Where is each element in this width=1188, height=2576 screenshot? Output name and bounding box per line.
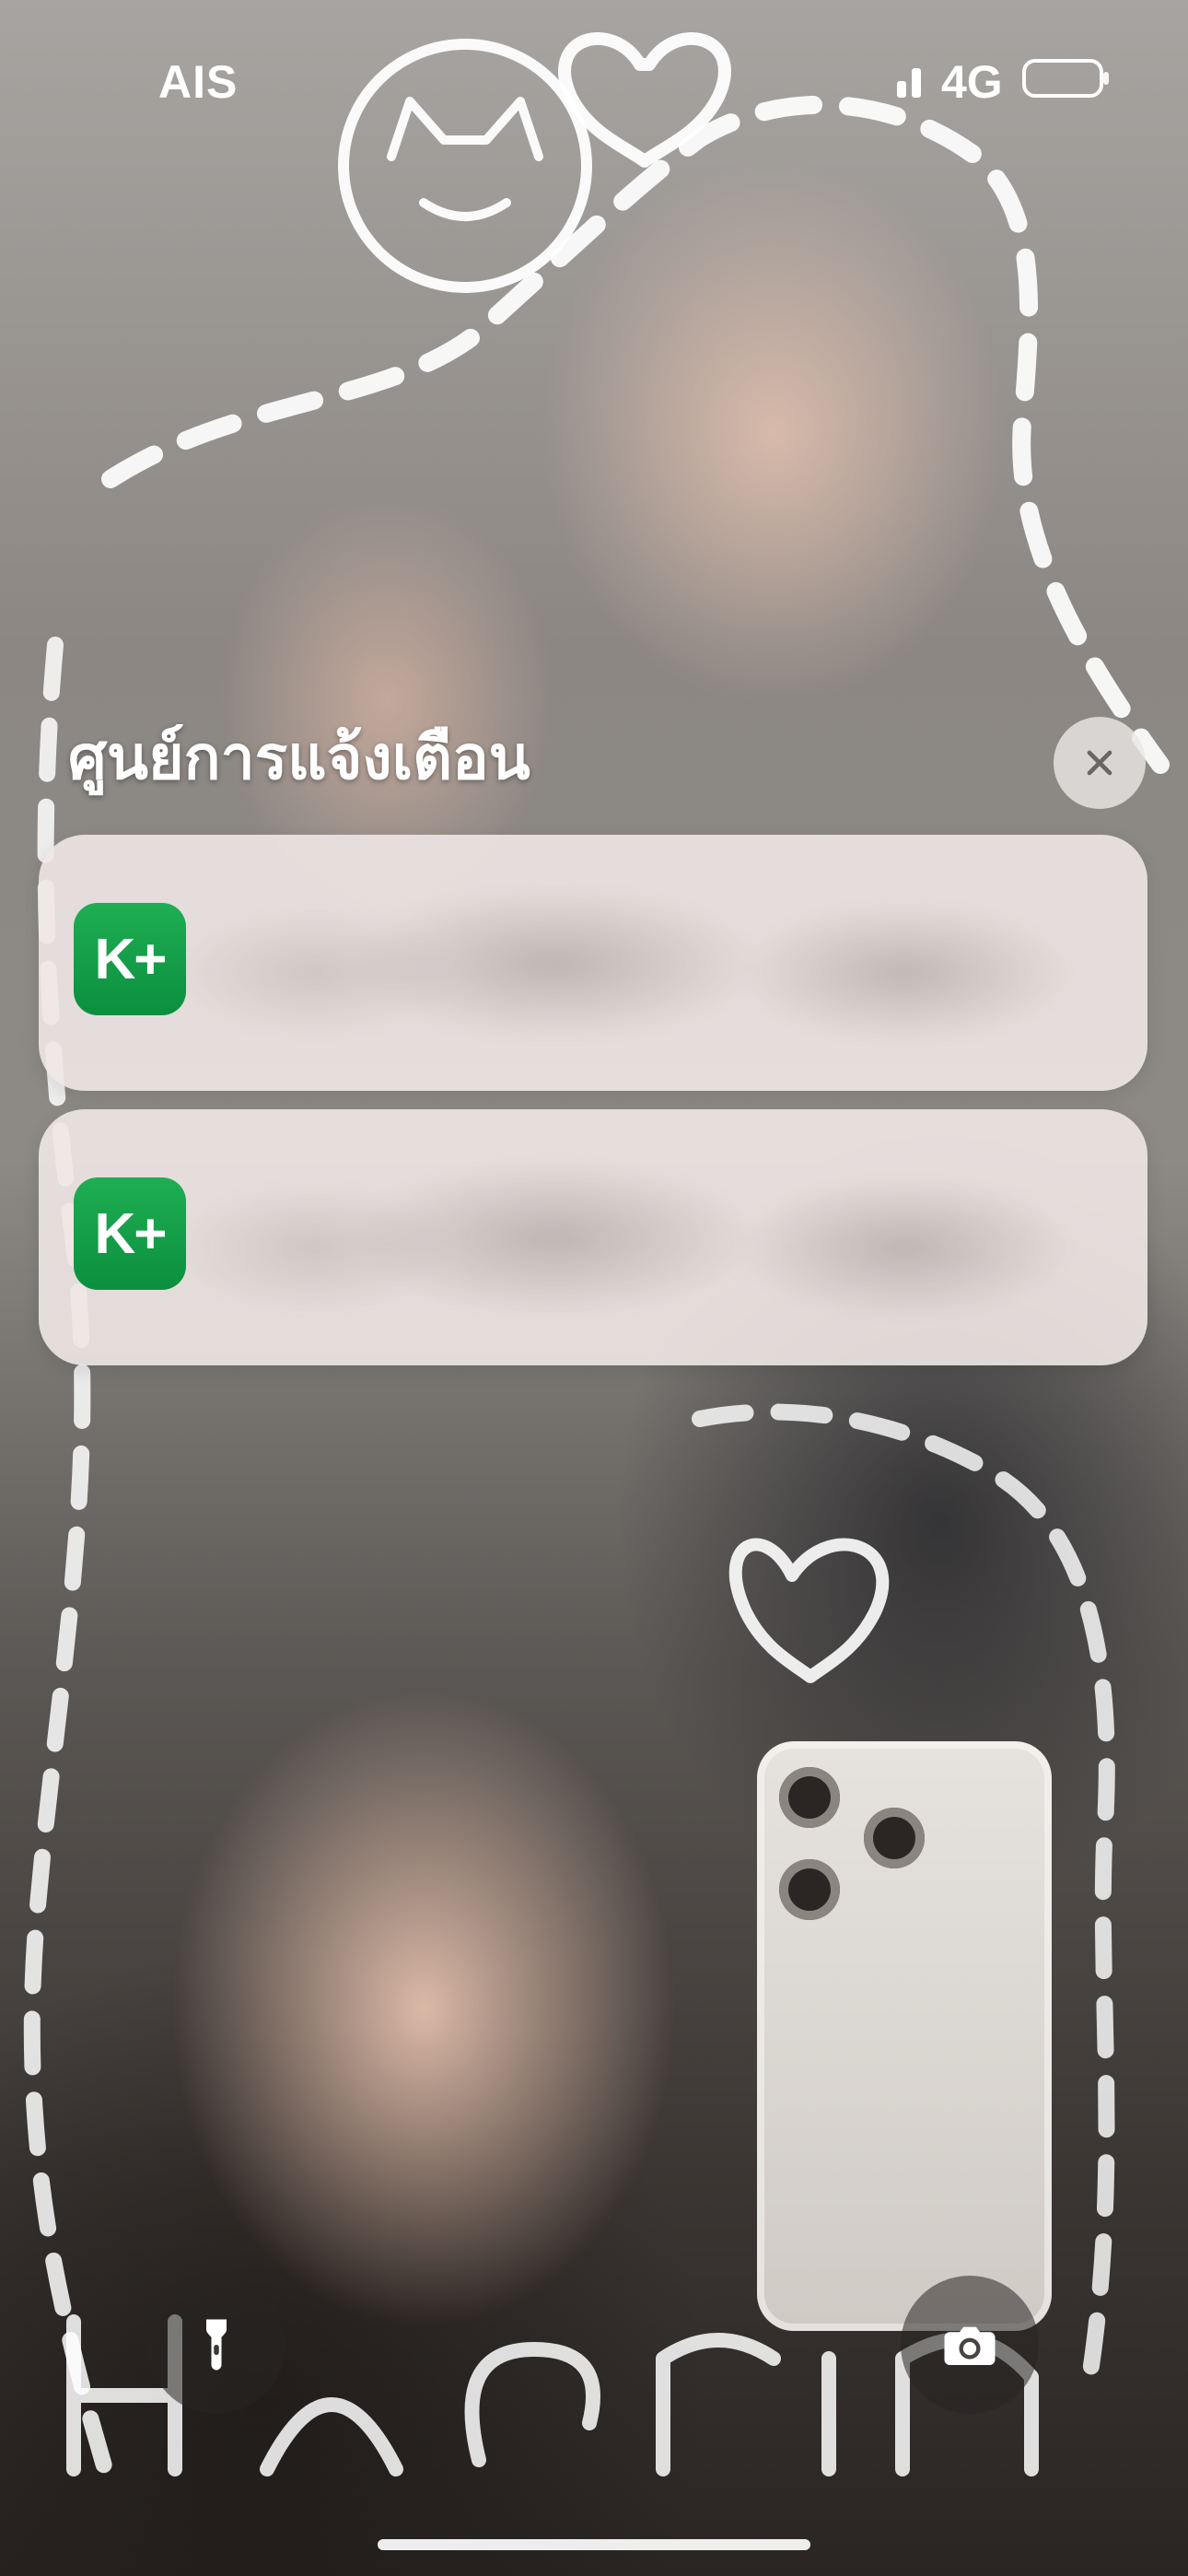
notification-card[interactable]: K+ — [39, 1109, 1147, 1365]
status-bar: AIS 4G — [0, 0, 1188, 157]
carrier-label: AIS — [158, 56, 239, 108]
wallpaper-lens — [779, 1859, 840, 1920]
kplus-app-icon: K+ — [74, 903, 186, 1015]
home-indicator[interactable] — [378, 2539, 810, 2550]
camera-icon — [944, 2326, 996, 2365]
flashlight-icon — [206, 2319, 227, 2371]
notification-card[interactable]: K+ — [39, 835, 1147, 1091]
flashlight-button[interactable] — [147, 2276, 285, 2414]
signal-bars-icon — [897, 68, 921, 98]
battery-icon — [1022, 59, 1109, 98]
wallpaper-lens — [779, 1767, 840, 1828]
wallpaper-phone-shape — [757, 1741, 1052, 2331]
wallpaper-lens — [864, 1808, 925, 1868]
kplus-app-icon: K+ — [74, 1177, 186, 1290]
camera-button[interactable] — [901, 2276, 1039, 2414]
notification-center-title: ศูนย์การแจ้งเตือน — [68, 723, 530, 791]
close-notification-center-button[interactable] — [1054, 717, 1146, 809]
close-icon — [1087, 750, 1112, 776]
network-type-label: 4G — [941, 56, 1003, 108]
